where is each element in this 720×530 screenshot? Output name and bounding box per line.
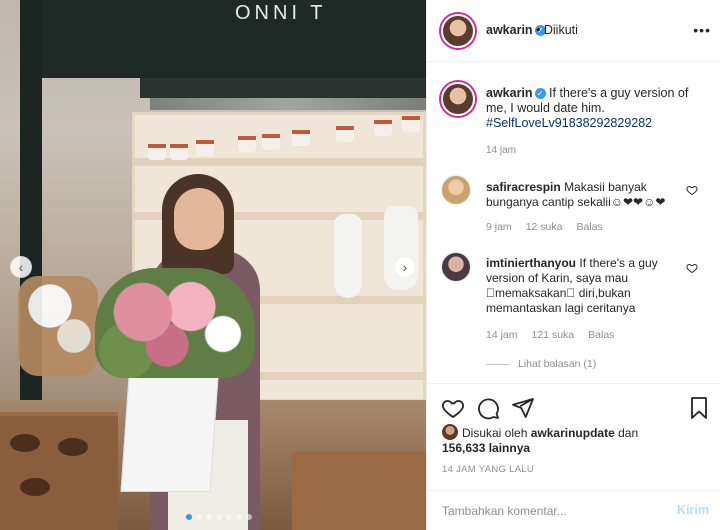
- photo-crate-hole: [20, 478, 50, 496]
- comment-icon[interactable]: [476, 396, 500, 420]
- liker-avatar[interactable]: [442, 424, 458, 440]
- author-username-text[interactable]: awkarin: [486, 23, 533, 37]
- carousel-dot: [236, 514, 242, 520]
- caption-hashtag[interactable]: #SelfLoveLv91838292829282: [486, 116, 652, 130]
- commenter-avatar[interactable]: [441, 252, 471, 282]
- liked-by-prefix: Disukai oleh: [462, 426, 528, 440]
- commenter-avatar[interactable]: [441, 175, 471, 205]
- bookmark-icon[interactable]: [687, 396, 711, 420]
- photo-pot: [148, 144, 166, 160]
- photo-left-flowers: [18, 276, 98, 376]
- comment-input[interactable]: [442, 501, 662, 521]
- photo-pot: [374, 120, 392, 136]
- comment-composer: Kirim: [427, 490, 720, 530]
- send-icon[interactable]: [511, 396, 535, 420]
- post-photo[interactable]: ONNI T ‹ ›: [0, 0, 426, 530]
- comment-meta: 14 jam 121 suka Balas: [486, 329, 614, 341]
- comment-meta: 9 jam 12 suka Balas: [486, 221, 603, 233]
- photo-pot: [402, 116, 420, 132]
- caption-time: 14 jam: [486, 145, 517, 156]
- photo-table: [292, 452, 426, 530]
- carousel-dot: [186, 514, 192, 520]
- comment-heart-icon[interactable]: [686, 262, 698, 274]
- photo-pot: [170, 144, 188, 160]
- author-avatar[interactable]: [441, 14, 475, 48]
- comment-username[interactable]: imtinierthanyou: [486, 256, 576, 270]
- photo-pot: [196, 140, 214, 156]
- follow-status-text[interactable]: Diikuti: [544, 23, 578, 37]
- comment-time: 14 jam: [486, 329, 518, 341]
- photo-beam: [140, 78, 426, 98]
- photo-vase: [334, 214, 362, 298]
- photo-storefront: [20, 0, 426, 78]
- carousel-next-button[interactable]: ›: [394, 256, 416, 278]
- photo-crate-hole: [10, 434, 40, 452]
- heart-icon[interactable]: [441, 396, 465, 420]
- photo-pot: [262, 134, 280, 150]
- photo-storefront-text: ONNI T: [235, 2, 327, 24]
- post-date: 14 JAM YANG LALU: [442, 464, 535, 475]
- comment-reply-button[interactable]: Balas: [588, 329, 614, 341]
- carousel-dot: [246, 514, 252, 520]
- view-replies-text[interactable]: Lihat balasan (1): [518, 358, 596, 370]
- carousel-dot: [226, 514, 232, 520]
- liked-by: Disukai oleh awkarinupdate dan 156,633 l…: [442, 424, 712, 456]
- comment-likes[interactable]: 12 suka: [526, 221, 563, 233]
- comment-time: 9 jam: [486, 221, 512, 233]
- carousel-dot: [196, 514, 202, 520]
- carousel-prev-button[interactable]: ‹: [10, 256, 32, 278]
- carousel-dot: [216, 514, 222, 520]
- caption-avatar[interactable]: [441, 82, 475, 116]
- caption-username[interactable]: awkarin: [486, 86, 533, 100]
- comment-reply-button[interactable]: Balas: [576, 221, 602, 233]
- post-caption: awkarin ✓ If there's a guy version of me,…: [486, 86, 712, 131]
- comment-item: safiracrespin Makasii banyak bunganya ca…: [486, 180, 682, 210]
- photo-bouquet: [95, 268, 255, 378]
- post-comment-button[interactable]: Kirim: [677, 503, 709, 517]
- view-replies-button[interactable]: Lihat balasan (1): [486, 358, 596, 370]
- photo-crate: [0, 412, 118, 530]
- comment-heart-icon[interactable]: [686, 184, 698, 196]
- more-options-icon[interactable]: •••: [693, 22, 711, 38]
- comment-username[interactable]: safiracrespin: [486, 180, 561, 194]
- liked-by-user[interactable]: awkarinupdate: [531, 426, 615, 440]
- comment-item: imtinierthanyou If there's a guy version…: [486, 256, 682, 316]
- carousel-indicator: [186, 514, 252, 520]
- liked-by-mid: dan: [618, 426, 639, 440]
- post-side-panel: awkarin ✓ • Diikuti ••• awkarin ✓ If there…: [426, 0, 720, 530]
- replies-divider: [486, 363, 510, 365]
- photo-pot: [238, 136, 256, 152]
- follow-status[interactable]: • Diikuti: [536, 23, 578, 37]
- likes-count[interactable]: 156,633 lainnya: [442, 441, 530, 455]
- comment-likes[interactable]: 121 suka: [532, 329, 575, 341]
- carousel-dot: [206, 514, 212, 520]
- photo-crate-hole: [58, 438, 88, 456]
- post-actions: Disukai oleh awkarinupdate dan 156,633 l…: [427, 383, 720, 493]
- post-header: awkarin ✓ • Diikuti •••: [427, 0, 720, 62]
- photo-pot: [292, 130, 310, 146]
- photo-flower-box: [120, 362, 220, 492]
- photo-pot: [336, 126, 354, 142]
- photo-person-face: [174, 188, 224, 250]
- verified-badge-icon: ✓: [534, 88, 546, 99]
